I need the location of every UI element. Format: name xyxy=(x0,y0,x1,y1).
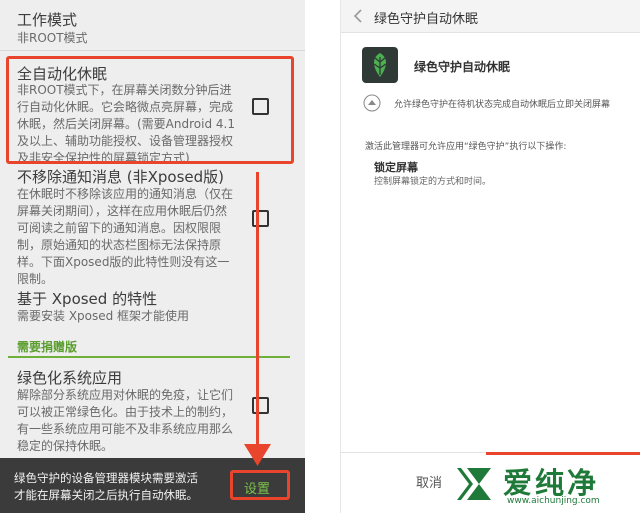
greenify-leaf-icon xyxy=(362,47,398,83)
work-mode-value: 非ROOT模式 xyxy=(17,31,88,45)
watermark-logo-icon xyxy=(457,468,491,500)
activation-description: 激活此管理器可允许应用“绿色守护”执行以下操作: xyxy=(365,142,567,152)
arrow-down-icon xyxy=(244,444,271,466)
cancel-button[interactable]: 取消 xyxy=(416,472,442,491)
allow-description: 允许绿色守护在待机状态完成自动休眠后立即关闭屏幕 xyxy=(394,100,611,110)
lock-screen-desc: 控制屏幕锁定的方式和时间。 xyxy=(374,177,492,187)
xposed-features-desc: 需要安装 Xposed 框架才能使用 xyxy=(17,309,190,323)
activate-highlight-edge xyxy=(486,452,640,455)
settings-panel: 工作模式 非ROOT模式 全自动化休眠 非ROOT模式下，在屏幕关闭数分钟后进 … xyxy=(0,0,305,513)
keep-notifications-title: 不移除通知消息 (非Xposed版) xyxy=(17,168,225,186)
work-mode-title[interactable]: 工作模式 xyxy=(17,9,77,30)
settings-highlight-box xyxy=(230,470,290,500)
greenify-system-title: 绿色化系统应用 xyxy=(17,369,123,387)
greenify-system-desc-4: 稳定的保持休眠。 xyxy=(17,439,114,453)
snackbar-message-1: 绿色守护的设备管理器模块需要激活 xyxy=(14,471,198,485)
keep-notifications-desc-3: 可阅读之前留下的通知消息。因权限限 xyxy=(17,221,222,235)
greenify-system-desc-1: 解除部分系统应用对休眠的免疫，让它们 xyxy=(17,388,234,402)
keep-notifications-desc-5: 样。下面Xposed版的此特性则没有这一 xyxy=(17,255,230,269)
keep-notifications-desc-6: 限制。 xyxy=(17,272,54,286)
header-title: 绿色守护自动休眠 xyxy=(374,12,479,27)
divider xyxy=(0,50,305,51)
chevron-left-icon[interactable] xyxy=(353,9,363,23)
watermark-url: www.aichunjing.com xyxy=(507,496,600,506)
snackbar-message-2: 才能在屏幕关闭之后执行自动休眠。 xyxy=(14,488,198,502)
arrow-line xyxy=(256,172,259,452)
xposed-features-title[interactable]: 基于 Xposed 的特性 xyxy=(17,288,157,309)
highlight-box xyxy=(6,56,294,164)
greenify-system-desc-2: 可以被正常绿色化。由于技术上的制约， xyxy=(17,405,234,419)
lock-screen-title: 锁定屏幕 xyxy=(374,161,418,174)
keep-notifications-desc-4: 制，原始通知的状态栏图标无法保持原 xyxy=(17,238,222,252)
greenify-system-desc-3: 有一些系统应用可能不及非系统应用那么 xyxy=(17,422,234,436)
keep-notifications-desc-1: 在休眠时不移除该应用的通知消息（仅在 xyxy=(17,187,234,201)
greenify-system-checkbox[interactable] xyxy=(252,397,269,414)
section-divider xyxy=(8,356,290,358)
watermark: 爱纯净 www.aichunjing.com xyxy=(447,458,637,510)
keep-notifications-checkbox[interactable] xyxy=(252,210,269,227)
keep-notifications-desc-2: 屏幕关闭期间），这样在应用休眠后仍然 xyxy=(17,204,228,218)
device-admin-panel: 绿色守护自动休眠 绿色守护自动休眠 允许绿色守护在待机状态完成自动休眠后立即关闭… xyxy=(340,0,640,513)
donate-section-header: 需要捐赠版 xyxy=(17,340,78,354)
chevron-up-icon[interactable] xyxy=(363,94,381,112)
app-name: 绿色守护自动休眠 xyxy=(414,60,511,74)
